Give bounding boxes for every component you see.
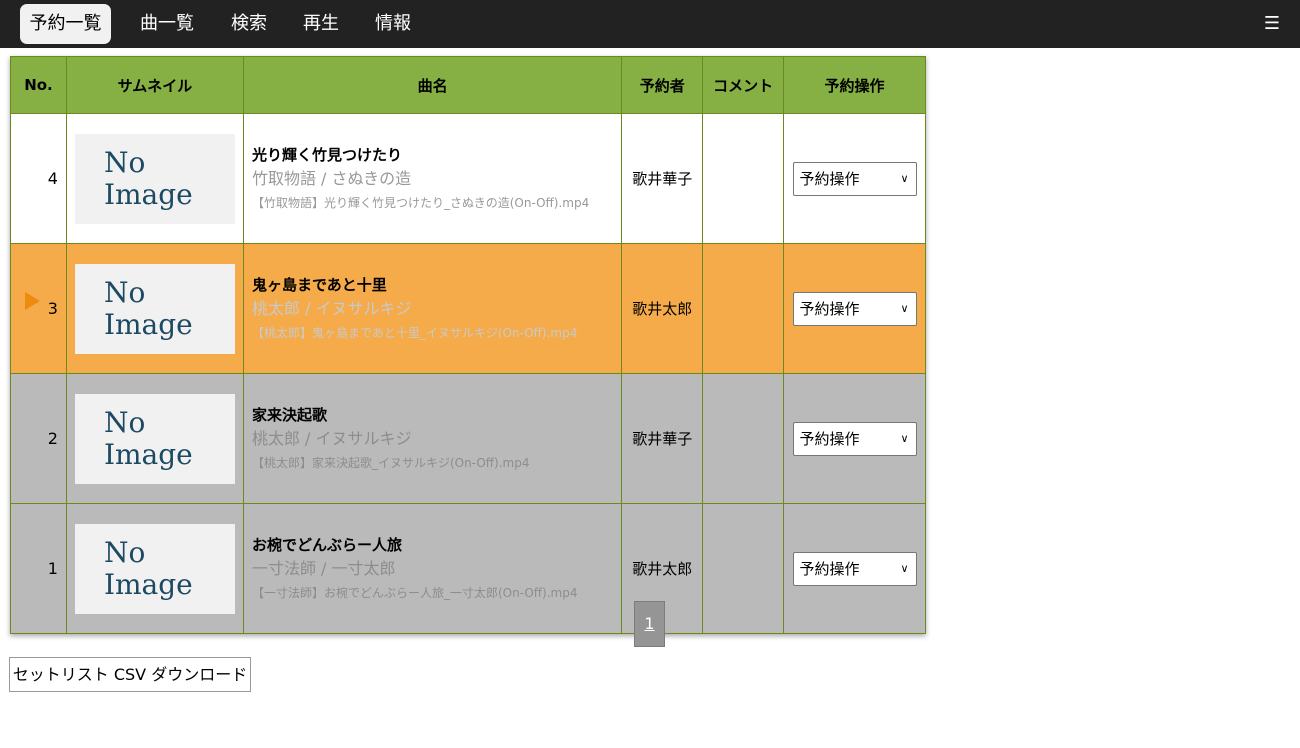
table-row: 3 No Image 鬼ヶ島まであと十里 桃太郎 / イヌサルキジ 【桃太郎】鬼…: [10, 243, 926, 374]
song-filename: 【桃太郎】家来決起歌_イヌサルキジ(On-Off).mp4: [251, 455, 530, 470]
row-number: 1: [10, 503, 67, 634]
setlist-csv-download-button[interactable]: セットリスト CSV ダウンロード: [9, 657, 251, 692]
reservation-operation-select[interactable]: 予約操作 ∨: [792, 421, 917, 456]
singer-cell: 歌井華子: [621, 373, 704, 504]
operation-cell: 予約操作 ∨: [783, 243, 926, 374]
nav-item-search[interactable]: 検索: [222, 4, 276, 44]
nav-item-play[interactable]: 再生: [294, 4, 348, 44]
chevron-down-icon: ∨: [900, 561, 909, 575]
singer-cell: 歌井太郎: [621, 243, 704, 374]
chevron-down-icon: ∨: [900, 431, 909, 445]
comment-cell: [702, 243, 784, 374]
comment-cell: [702, 503, 784, 634]
thumbnail-cell: No Image: [65, 243, 244, 374]
chevron-down-icon: ∨: [900, 171, 909, 185]
song-cell: 光り輝く竹見つけたり 竹取物語 / さぬきの造 【竹取物語】光り輝く竹見つけたり…: [242, 113, 623, 244]
no-image-thumbnail: No Image: [74, 523, 235, 614]
reservation-operation-select[interactable]: 予約操作 ∨: [792, 291, 917, 326]
header-operation: 予約操作: [783, 56, 926, 114]
song-artist: 桃太郎 / イヌサルキジ: [251, 298, 412, 318]
top-nav: 予約一覧 曲一覧 検索 再生 情報 ☰: [0, 0, 1300, 48]
row-number: 4: [10, 113, 67, 244]
song-title: 光り輝く竹見つけたり: [251, 145, 402, 164]
header-comment: コメント: [702, 56, 784, 114]
song-cell: 鬼ヶ島まであと十里 桃太郎 / イヌサルキジ 【桃太郎】鬼ヶ島まであと十里_イヌ…: [242, 243, 623, 374]
nav-item-song-list[interactable]: 曲一覧: [132, 4, 202, 44]
pagination-page-1[interactable]: 1: [634, 601, 665, 647]
song-title: 家来決起歌: [251, 405, 327, 424]
song-filename: 【竹取物語】光り輝く竹見つけたり_さぬきの造(On-Off).mp4: [251, 195, 590, 210]
song-cell: 家来決起歌 桃太郎 / イヌサルキジ 【桃太郎】家来決起歌_イヌサルキジ(On-…: [242, 373, 623, 504]
comment-cell: [702, 113, 784, 244]
operation-cell: 予約操作 ∨: [783, 113, 926, 244]
chevron-down-icon: ∨: [900, 301, 909, 315]
no-image-thumbnail: No Image: [74, 133, 235, 224]
operation-cell: 予約操作 ∨: [783, 503, 926, 634]
song-title: お椀でどんぶらー人旅: [251, 535, 402, 554]
song-filename: 【一寸法師】お椀でどんぶらー人旅_一寸太郎(On-Off).mp4: [251, 585, 578, 600]
nav-item-reservation-list[interactable]: 予約一覧: [20, 4, 111, 44]
row-number: 2: [10, 373, 67, 504]
thumbnail-cell: No Image: [65, 373, 244, 504]
header-singer: 予約者: [621, 56, 704, 114]
reservation-operation-select[interactable]: 予約操作 ∨: [792, 551, 917, 586]
table-row: 4 No Image 光り輝く竹見つけたり 竹取物語 / さぬきの造 【竹取物語…: [10, 113, 926, 244]
song-artist: 竹取物語 / さぬきの造: [251, 168, 412, 188]
song-artist: 桃太郎 / イヌサルキジ: [251, 428, 412, 448]
header-no: No.: [10, 56, 67, 114]
row-number: 3: [10, 243, 67, 374]
hamburger-menu-icon[interactable]: ☰: [1264, 12, 1280, 36]
table-header-row: No. サムネイル 曲名 予約者 コメント 予約操作: [10, 56, 926, 114]
no-image-thumbnail: No Image: [74, 393, 235, 484]
reservation-operation-select[interactable]: 予約操作 ∨: [792, 161, 917, 196]
table-row: 1 No Image お椀でどんぶらー人旅 一寸法師 / 一寸太郎 【一寸法師】…: [10, 503, 926, 634]
song-cell: お椀でどんぶらー人旅 一寸法師 / 一寸太郎 【一寸法師】お椀でどんぶらー人旅_…: [242, 503, 623, 634]
header-song-name: 曲名: [242, 56, 623, 114]
reservation-table: No. サムネイル 曲名 予約者 コメント 予約操作 4 No Image 光り…: [10, 56, 926, 634]
header-thumbnail: サムネイル: [65, 56, 244, 114]
song-title: 鬼ヶ島まであと十里: [251, 275, 387, 294]
song-artist: 一寸法師 / 一寸太郎: [251, 558, 396, 578]
nav-item-info[interactable]: 情報: [366, 4, 420, 44]
singer-cell: 歌井華子: [621, 113, 704, 244]
table-row: 2 No Image 家来決起歌 桃太郎 / イヌサルキジ 【桃太郎】家来決起歌…: [10, 373, 926, 504]
thumbnail-cell: No Image: [65, 503, 244, 634]
thumbnail-cell: No Image: [65, 113, 244, 244]
operation-cell: 予約操作 ∨: [783, 373, 926, 504]
no-image-thumbnail: No Image: [74, 263, 235, 354]
song-filename: 【桃太郎】鬼ヶ島まであと十里_イヌサルキジ(On-Off).mp4: [251, 325, 578, 340]
now-playing-icon: [25, 292, 40, 310]
comment-cell: [702, 373, 784, 504]
